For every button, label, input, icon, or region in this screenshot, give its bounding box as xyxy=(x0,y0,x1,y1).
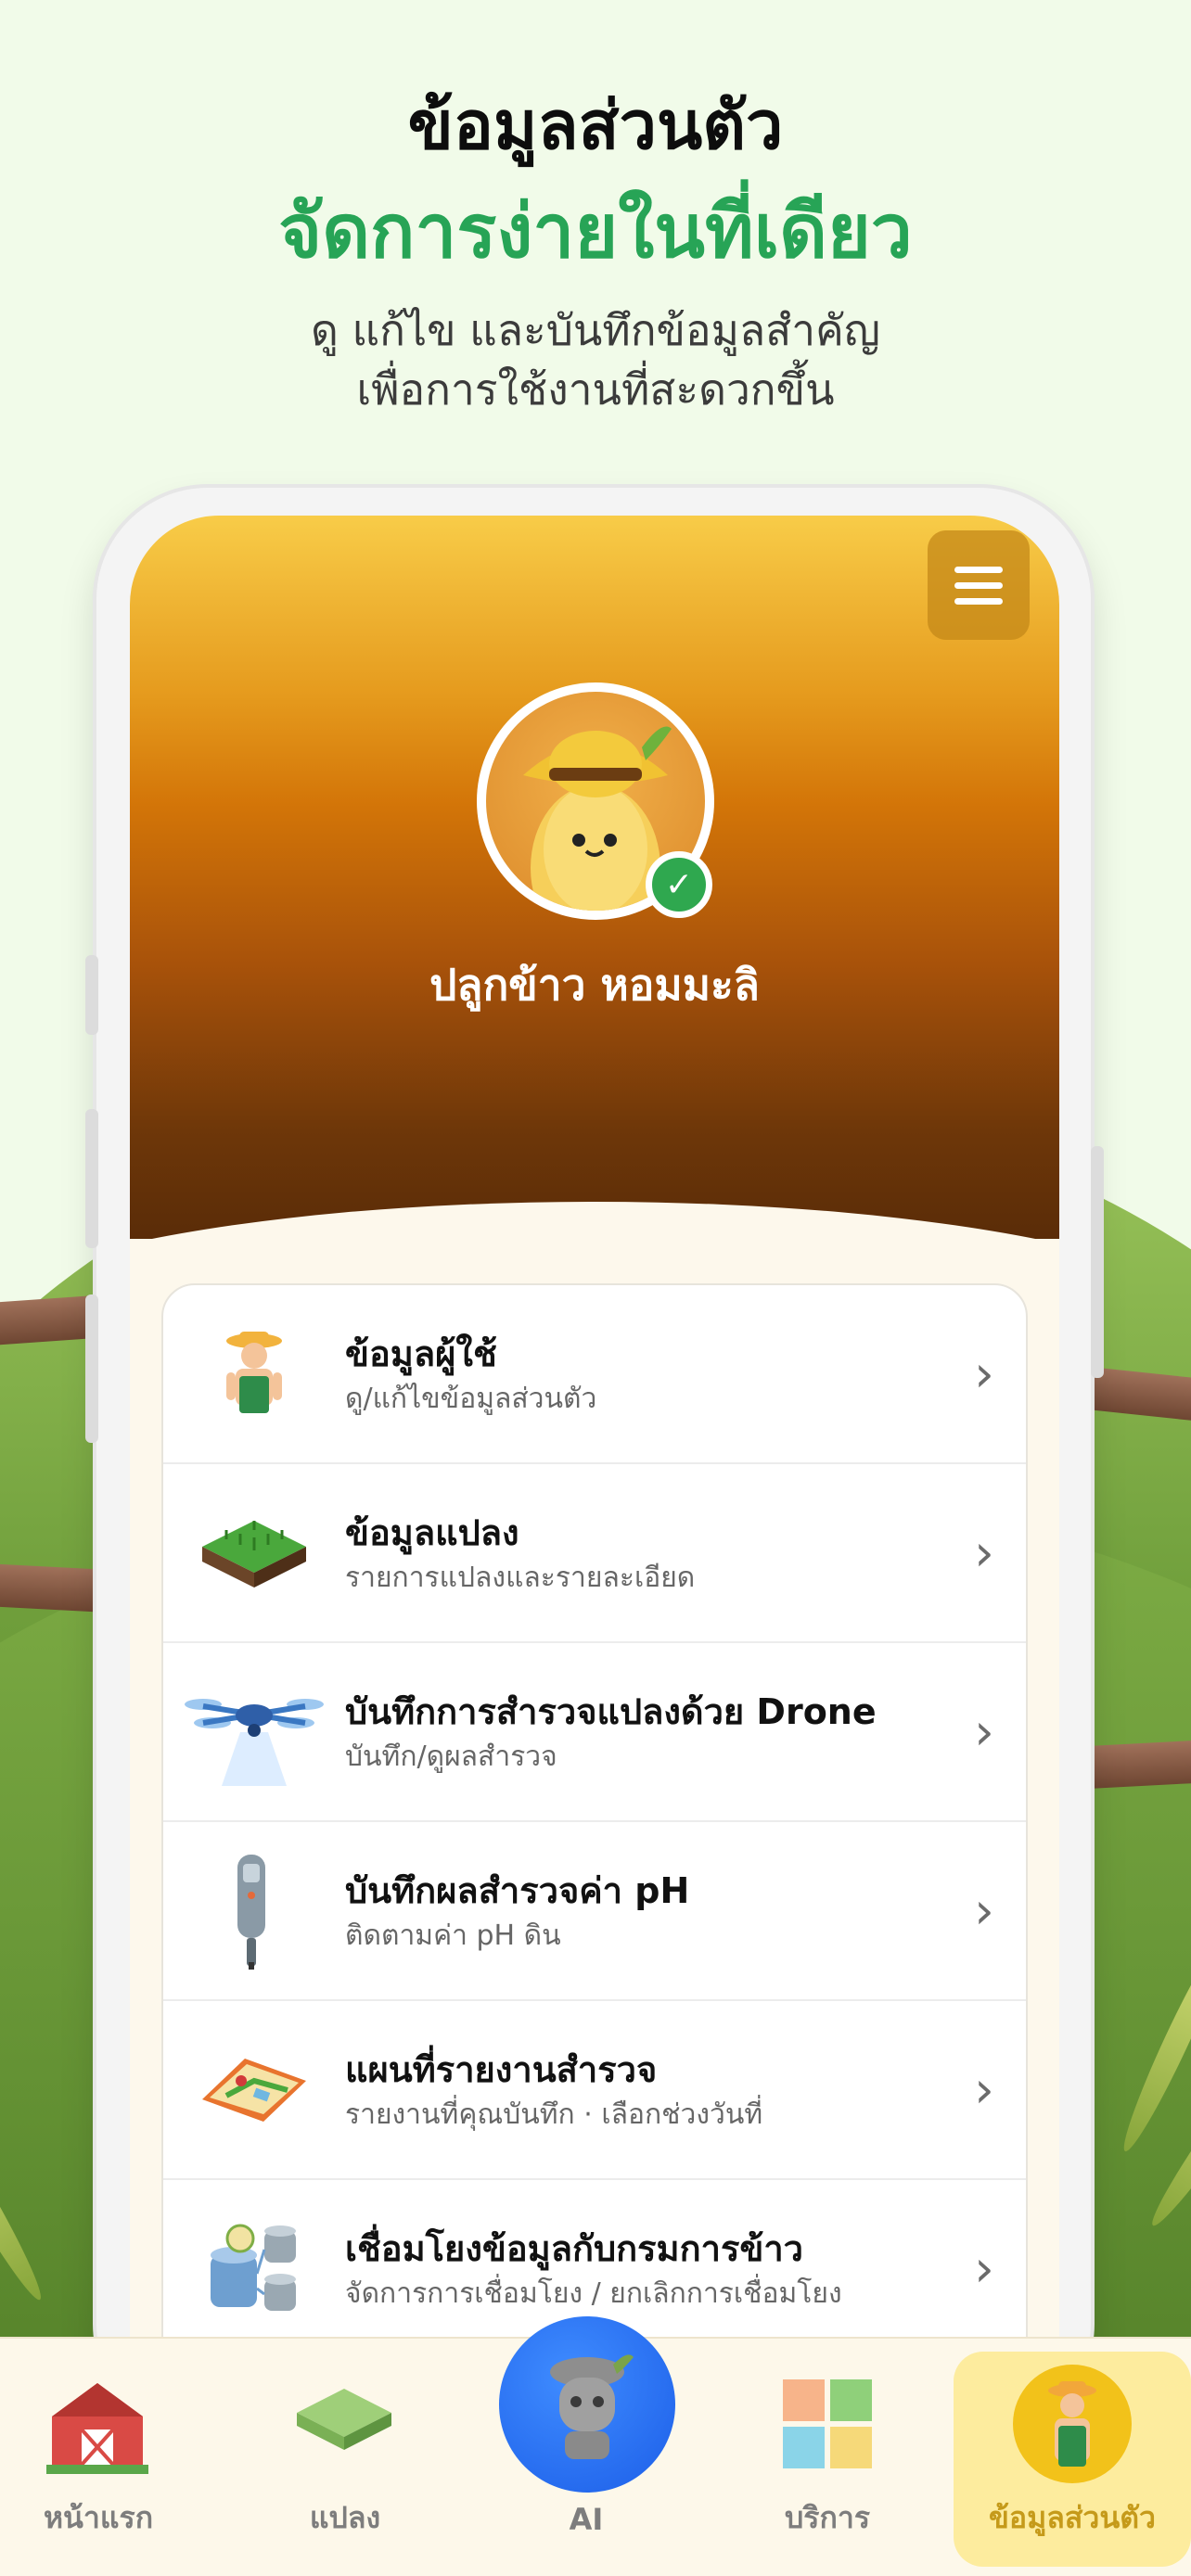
map-phone-icon xyxy=(163,2000,345,2179)
chevron-right-icon: › xyxy=(974,2060,994,2119)
menu-item-drone-survey[interactable]: บันทึกการสำรวจแปลงด้วย Drone บันทึก/ดูผล… xyxy=(163,1643,1026,1822)
database-link-icon xyxy=(163,2179,345,2358)
menu-item-title: ข้อมูลผู้ใช้ xyxy=(345,1333,497,1374)
hero-subtitle: จัดการง่ายในที่เดียว xyxy=(278,188,913,274)
menu-item-title: บันทึกผลสำรวจค่า pH xyxy=(345,1869,690,1911)
hamburger-menu-button[interactable] xyxy=(928,530,1030,640)
menu-item-subtitle: รายงานที่คุณบันทึก · เลือกช่วงวันที่ xyxy=(345,2098,763,2131)
nav-services[interactable]: บริการ xyxy=(735,2339,920,2576)
plot-icon xyxy=(297,2389,391,2450)
nav-home-label: หน้าแรก xyxy=(43,2500,154,2535)
nav-services-label: บริการ xyxy=(784,2500,871,2535)
services-grid-icon xyxy=(783,2379,872,2468)
app-screen: ✓ ปลูกข้าว หอมมะลิ ข้อมูลผู้ใช้ ดู/แก้ไข… xyxy=(130,516,1059,2370)
nav-ai-label: AI xyxy=(569,2502,604,2537)
nav-plots-label: แปลง xyxy=(309,2500,381,2535)
hero-description-line1: ดู แก้ไข และบันทึกข้อมูลสำคัญ xyxy=(310,305,880,355)
field-plot-icon xyxy=(163,1463,345,1642)
menu-item-user-info[interactable]: ข้อมูลผู้ใช้ ดู/แก้ไขข้อมูลส่วนตัว › xyxy=(163,1285,1026,1464)
nav-plots[interactable]: แปลง xyxy=(252,2339,438,2576)
barn-icon xyxy=(46,2383,148,2474)
nav-profile[interactable]: ข้อมูลส่วนตัว xyxy=(954,2352,1191,2567)
nav-home[interactable]: หน้าแรก xyxy=(6,2339,191,2576)
phone-volume-up xyxy=(85,1109,98,1248)
hero-description-line2: เพื่อการใช้งานที่สะดวกขึ้น xyxy=(356,364,835,414)
farmer-avatar-icon xyxy=(1013,2365,1132,2483)
profile-name: ปลูกข้าว หอมมะลิ xyxy=(429,960,760,1010)
chevron-right-icon: › xyxy=(974,1345,994,1403)
hero-title: ข้อมูลส่วนตัว xyxy=(407,86,784,164)
bottom-navigation: หน้าแรก แปลง AI บริการ ข้อมูลส่วนตัว xyxy=(0,2316,1191,2576)
drone-icon xyxy=(163,1642,345,1821)
menu-item-title: ข้อมูลแปลง xyxy=(345,1511,519,1553)
menu-item-plot-info[interactable]: ข้อมูลแปลง รายการแปลงและรายละเอียด › xyxy=(163,1464,1026,1643)
ph-meter-icon xyxy=(163,1821,345,2000)
menu-item-survey-map[interactable]: แผนที่รายงานสำรวจ รายงานที่คุณบันทึก · เ… xyxy=(163,2001,1026,2180)
menu-item-subtitle: รายการแปลงและรายละเอียด xyxy=(345,1561,696,1594)
chevron-right-icon: › xyxy=(974,1702,994,1761)
chevron-right-icon: › xyxy=(974,1524,994,1582)
phone-side-button xyxy=(85,955,98,1035)
hamburger-icon xyxy=(954,566,1003,573)
nav-profile-label: ข้อมูลส่วนตัว xyxy=(989,2500,1156,2535)
chevron-right-icon: › xyxy=(974,2239,994,2298)
chevron-right-icon: › xyxy=(974,1881,994,1940)
verified-check-icon: ✓ xyxy=(646,851,712,918)
menu-item-subtitle: จัดการการเชื่อมโยง / ยกเลิกการเชื่อมโยง xyxy=(345,2276,842,2310)
profile-menu-list: ข้อมูลผู้ใช้ ดู/แก้ไขข้อมูลส่วนตัว › ข้อ… xyxy=(161,1283,1028,2370)
menu-item-title: เชื่อมโยงข้อมูลกับกรมการข้าว xyxy=(345,2227,804,2269)
phone-power-button xyxy=(1091,1146,1104,1378)
phone-volume-down xyxy=(85,1294,98,1443)
menu-item-title: แผนที่รายงานสำรวจ xyxy=(345,2048,658,2090)
menu-item-ph-survey[interactable]: บันทึกผลสำรวจค่า pH ติดตามค่า pH ดิน › xyxy=(163,1822,1026,2001)
nav-ai[interactable]: AI xyxy=(493,2339,679,2576)
menu-item-subtitle: บันทึก/ดูผลสำรวจ xyxy=(345,1740,557,1773)
hero-section: ข้อมูลส่วนตัว จัดการง่ายในที่เดียว ดู แก… xyxy=(0,74,1191,419)
menu-item-subtitle: ติดตามค่า pH ดิน xyxy=(345,1919,561,1952)
farmer-icon xyxy=(163,1285,345,1463)
menu-item-subtitle: ดู/แก้ไขข้อมูลส่วนตัว xyxy=(345,1382,597,1415)
menu-item-title: บันทึกการสำรวจแปลงด้วย Drone xyxy=(345,1690,877,1732)
